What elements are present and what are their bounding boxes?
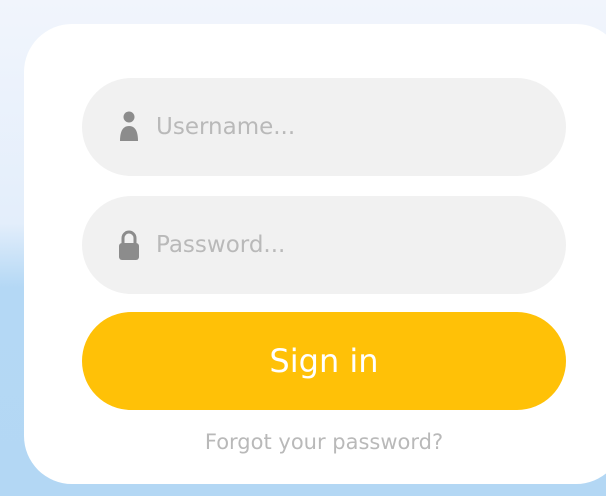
username-input[interactable] [156, 114, 536, 140]
password-field[interactable] [82, 196, 566, 294]
username-field[interactable] [82, 78, 566, 176]
user-icon [118, 111, 140, 143]
forgot-password-link[interactable]: Forgot your password? [82, 430, 566, 454]
sign-in-button[interactable]: Sign in [82, 312, 566, 410]
password-input[interactable] [156, 232, 536, 258]
lock-icon [118, 229, 140, 261]
